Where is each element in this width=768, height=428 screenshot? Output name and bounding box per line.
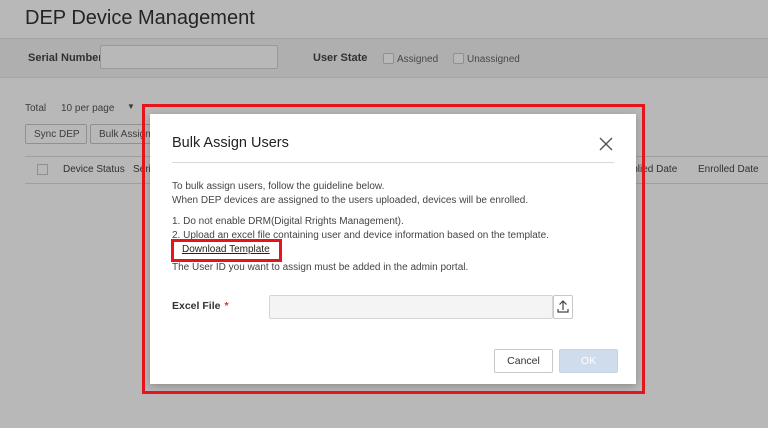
download-template-highlight-box xyxy=(171,239,282,262)
